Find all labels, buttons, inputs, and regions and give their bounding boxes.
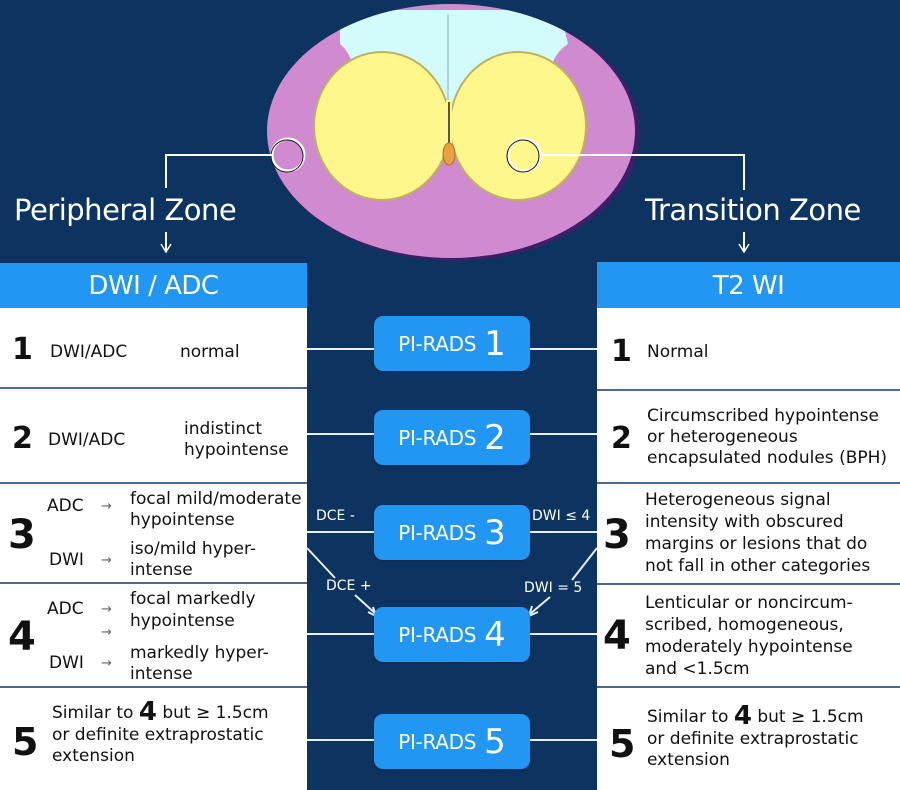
finding-text-line1: Heterogeneous signal bbox=[645, 490, 831, 510]
pirads-score: 2 bbox=[484, 417, 506, 458]
score-number: 5 bbox=[12, 720, 39, 764]
score-number: 5 bbox=[609, 722, 636, 766]
finding-text-line3: encapsulated nodules (BPH) bbox=[647, 448, 888, 468]
score-number: 4 bbox=[603, 613, 631, 659]
pirads-score: 4 bbox=[484, 614, 506, 655]
dwi-finding-line2: intense bbox=[130, 560, 193, 580]
finding-text-line3: extension bbox=[52, 746, 135, 766]
pirads-1-box: PI-RADS 1 bbox=[374, 316, 530, 371]
finding-text-line2: or definite extraprostatic bbox=[52, 725, 264, 745]
dwi-finding-line1: markedly hyper- bbox=[130, 643, 269, 663]
dwi-finding-line1: iso/mild hyper- bbox=[130, 539, 257, 559]
dwi-label: DWI bbox=[49, 653, 84, 673]
adc-finding-line1: focal mild/moderate bbox=[130, 489, 302, 509]
left-row-5: 5 Similar to 4 but ≥ 1.5cm or definite e… bbox=[0, 686, 307, 790]
right-row-4: 4 Lenticular or noncircum- scribed, homo… bbox=[597, 583, 900, 687]
finding-text-line4: not fall in other categories bbox=[645, 556, 871, 576]
prostate-illustration bbox=[267, 4, 640, 261]
finding-text: normal bbox=[180, 342, 240, 362]
score-number: 3 bbox=[8, 512, 36, 558]
adc-finding-line2: hypointense bbox=[130, 510, 235, 530]
pirads-2-box: PI-RADS 2 bbox=[374, 410, 530, 465]
dce-positive-label: DCE + bbox=[326, 578, 372, 594]
right-row-2: 2 Circumscribed hypointense or heterogen… bbox=[597, 389, 900, 483]
score-reference: 4 bbox=[733, 701, 752, 731]
arrow-right-icon: → bbox=[101, 553, 112, 568]
arrow-right-icon: → bbox=[101, 499, 112, 514]
adc-label: ADC bbox=[47, 496, 84, 516]
pirads-3-box: PI-RADS 3 bbox=[374, 505, 530, 560]
finding-text-line1: Circumscribed hypointense bbox=[647, 406, 879, 426]
finding-text-line2: scribed, homogeneous, bbox=[645, 615, 844, 635]
left-row-4: 4 ADC → → focal markedly hypointense DWI… bbox=[0, 582, 307, 687]
finding-text-line1: Lenticular or noncircum- bbox=[645, 593, 853, 613]
finding-text-line3: extension bbox=[647, 750, 730, 770]
urethra-icon bbox=[442, 142, 456, 166]
dwi-eq5-label: DWI = 5 bbox=[524, 580, 583, 596]
sequence-label: DWI/ADC bbox=[50, 342, 128, 362]
dwi-adc-header: DWI / ADC bbox=[0, 263, 307, 309]
finding-text: Normal bbox=[647, 342, 709, 362]
score-number: 3 bbox=[603, 512, 631, 558]
score-number: 2 bbox=[12, 421, 33, 456]
sequence-label: DWI/ADC bbox=[48, 430, 126, 450]
finding-text-line4: and <1.5cm bbox=[645, 659, 750, 679]
transition-zone-label: Transition Zone bbox=[645, 193, 861, 227]
arrow-right-icon: → bbox=[101, 602, 112, 617]
score-number: 2 bbox=[611, 421, 632, 456]
pirads-score: 1 bbox=[484, 323, 506, 364]
score-reference: 4 bbox=[138, 697, 157, 727]
finding-text-line1: Similar to 4 but ≥ 1.5cm bbox=[647, 701, 864, 731]
left-row-3: 3 ADC → focal mild/moderate hypointense … bbox=[0, 482, 307, 583]
pirads-4-box: PI-RADS 4 bbox=[374, 607, 530, 662]
pirads-5-box: PI-RADS 5 bbox=[374, 714, 530, 769]
finding-text-line1: indistinct bbox=[184, 419, 263, 439]
t2wi-header: T2 WI bbox=[597, 262, 900, 309]
pirads-score: 5 bbox=[484, 721, 506, 762]
dwi-finding-line2: intense bbox=[130, 664, 193, 684]
finding-text-line1: Similar to 4 but ≥ 1.5cm bbox=[52, 697, 269, 727]
finding-text-line3: moderately hypointense bbox=[645, 637, 853, 657]
adc-finding-line2: hypointense bbox=[130, 611, 235, 631]
finding-text-line3: margins or lesions that do bbox=[645, 534, 868, 554]
transition-zone-left-lobe bbox=[313, 51, 451, 201]
score-number: 1 bbox=[12, 332, 33, 367]
dwi-label: DWI bbox=[49, 550, 84, 570]
right-row-1: 1 Normal bbox=[597, 308, 900, 390]
left-row-1: 1 DWI/ADC normal bbox=[0, 308, 307, 388]
finding-text-line2: or definite extraprostatic bbox=[647, 729, 859, 749]
adc-finding-line1: focal markedly bbox=[130, 589, 256, 609]
arrow-right-icon: → bbox=[101, 625, 112, 640]
score-number: 1 bbox=[611, 334, 632, 369]
finding-text-line2: intensity with obscured bbox=[645, 512, 844, 532]
right-row-5: 5 Similar to 4 but ≥ 1.5cm or definite e… bbox=[597, 686, 900, 790]
left-row-2: 2 DWI/ADC indistinct hypointense bbox=[0, 387, 307, 483]
pirads-score: 3 bbox=[484, 512, 506, 553]
right-row-3: 3 Heterogeneous signal intensity with ob… bbox=[597, 482, 900, 584]
finding-text-line2: or heterogeneous bbox=[647, 427, 798, 447]
adc-label: ADC bbox=[47, 599, 84, 619]
arrow-right-icon: → bbox=[101, 656, 112, 671]
peripheral-zone-label: Peripheral Zone bbox=[14, 193, 237, 227]
finding-text-line2: hypointense bbox=[184, 440, 289, 460]
transition-zone-right-lobe bbox=[449, 51, 587, 201]
dwi-le4-label: DWI ≤ 4 bbox=[532, 508, 591, 524]
score-number: 4 bbox=[8, 614, 36, 660]
dce-negative-label: DCE - bbox=[316, 508, 355, 524]
